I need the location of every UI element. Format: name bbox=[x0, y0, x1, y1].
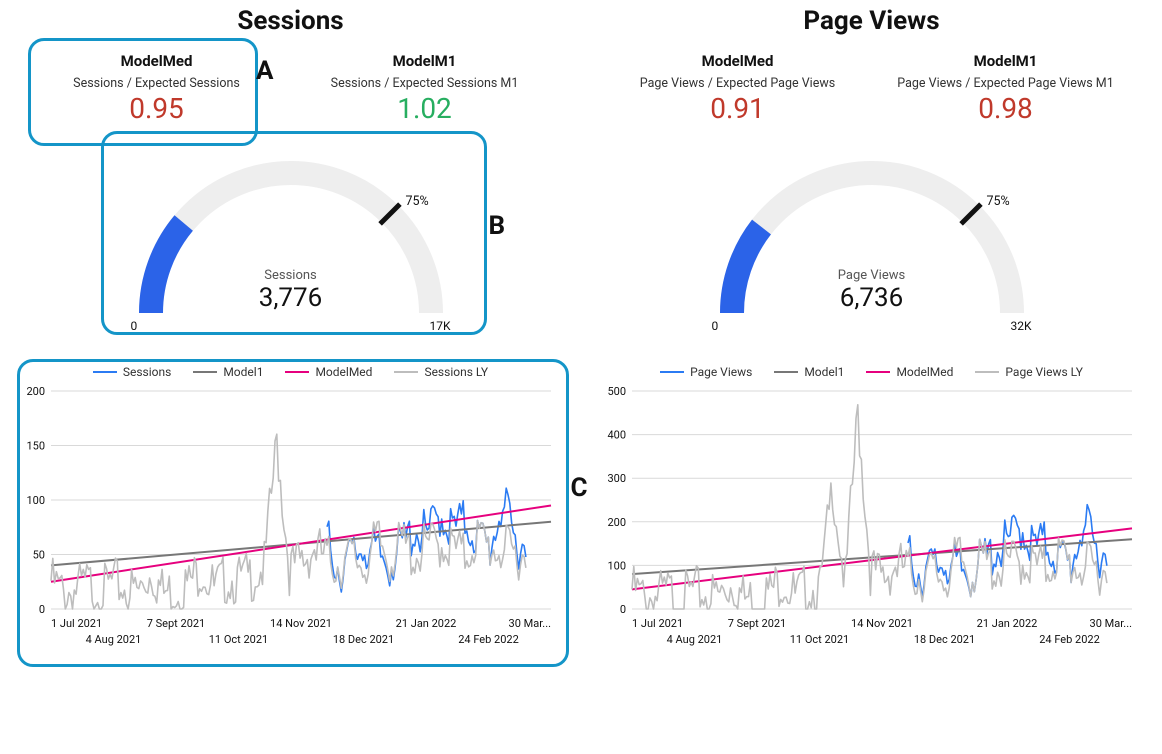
kpi-value: 1.02 bbox=[315, 95, 535, 123]
sessions-gauge: Sessions 3,776 0 17K 75% bbox=[91, 143, 491, 343]
svg-text:21 Jan 2022: 21 Jan 2022 bbox=[976, 617, 1037, 630]
gauge-min: 0 bbox=[712, 319, 719, 333]
svg-text:24 Feb 2022: 24 Feb 2022 bbox=[458, 633, 519, 646]
pageviews-title: Page Views bbox=[803, 6, 939, 36]
legend-label: Model1 bbox=[223, 365, 263, 379]
gauge-max: 17K bbox=[429, 319, 450, 333]
svg-text:18 Dec 2021: 18 Dec 2021 bbox=[913, 633, 974, 646]
svg-text:14 Nov 2021: 14 Nov 2021 bbox=[270, 617, 332, 630]
svg-text:18 Dec 2021: 18 Dec 2021 bbox=[332, 633, 393, 646]
svg-text:200: 200 bbox=[607, 516, 626, 529]
svg-text:1 Jul 2021: 1 Jul 2021 bbox=[632, 617, 683, 630]
kpi-sub: Sessions / Expected Sessions M1 bbox=[315, 76, 535, 91]
kpi-value: 0.98 bbox=[896, 95, 1116, 123]
kpi-name: ModelM1 bbox=[896, 52, 1116, 70]
svg-text:100: 100 bbox=[26, 494, 45, 507]
pageviews-kpi-modelm1: ModelM1 Page Views / Expected Page Views… bbox=[892, 42, 1120, 133]
svg-text:4 Aug 2021: 4 Aug 2021 bbox=[85, 633, 141, 646]
legend-item: ModelMed bbox=[866, 365, 953, 379]
kpi-value: 0.91 bbox=[628, 95, 848, 123]
svg-text:100: 100 bbox=[607, 559, 626, 572]
kpi-name: ModelMed bbox=[628, 52, 848, 70]
svg-text:150: 150 bbox=[26, 440, 45, 453]
kpi-sub: Sessions / Expected Sessions bbox=[47, 76, 267, 91]
pageviews-chart[interactable]: 0 100 200 300 400 500 1 Jul 2021 7 Sept 2021 14 … bbox=[602, 385, 1142, 655]
legend-label: Sessions LY bbox=[424, 365, 488, 379]
svg-text:200: 200 bbox=[26, 385, 45, 398]
annotation-a: A bbox=[256, 56, 273, 86]
legend-label: ModelMed bbox=[896, 365, 953, 379]
sessions-legend: Sessions Model1 ModelMed Sessions LY bbox=[21, 365, 561, 379]
sessions-gauge-wrap: Sessions 3,776 0 17K 75% B bbox=[91, 133, 491, 343]
pageviews-legend: Page Views Model1 ModelMed Page Views LY bbox=[602, 365, 1142, 379]
kpi-sub: Page Views / Expected Page Views M1 bbox=[896, 76, 1116, 91]
pageviews-column: Page Views ModelMed Page Views / Expecte… bbox=[591, 0, 1152, 655]
annotation-c: C bbox=[571, 473, 588, 503]
pageviews-kpi-modelmed: ModelMed Page Views / Expected Page View… bbox=[624, 42, 852, 133]
legend-label: Page Views bbox=[690, 365, 752, 379]
svg-text:4 Aug 2021: 4 Aug 2021 bbox=[666, 633, 722, 646]
sessions-timeseries-wrap: Sessions Model1 ModelMed Sessions LY 0 50… bbox=[21, 365, 561, 655]
legend-item: Sessions LY bbox=[394, 365, 488, 379]
legend-item: Sessions bbox=[93, 365, 171, 379]
svg-text:400: 400 bbox=[607, 429, 626, 442]
gauge-value: 6,736 bbox=[672, 283, 1072, 313]
sessions-kpi-row: ModelMed Sessions / Expected Sessions 0.… bbox=[10, 42, 571, 133]
svg-text:300: 300 bbox=[607, 472, 626, 485]
legend-label: Model1 bbox=[804, 365, 844, 379]
kpi-sub: Page Views / Expected Page Views bbox=[628, 76, 848, 91]
kpi-name: ModelM1 bbox=[315, 52, 535, 70]
annotation-b: B bbox=[489, 211, 506, 241]
svg-text:14 Nov 2021: 14 Nov 2021 bbox=[851, 617, 913, 630]
svg-text:24 Feb 2022: 24 Feb 2022 bbox=[1039, 633, 1100, 646]
sessions-column: Sessions ModelMed Sessions / Expected Se… bbox=[10, 0, 571, 655]
svg-text:30 Mar...: 30 Mar... bbox=[1089, 617, 1132, 630]
svg-text:7 Sept 2021: 7 Sept 2021 bbox=[727, 617, 786, 630]
kpi-name: ModelMed bbox=[47, 52, 267, 70]
pageviews-gauge: Page Views 6,736 0 32K 75% bbox=[672, 143, 1072, 343]
svg-text:500: 500 bbox=[607, 385, 626, 398]
legend-item: Page Views bbox=[660, 365, 752, 379]
gauge-tick-label: 75% bbox=[406, 194, 429, 209]
svg-text:21 Jan 2022: 21 Jan 2022 bbox=[395, 617, 456, 630]
svg-text:0: 0 bbox=[619, 603, 625, 616]
gauge-max: 32K bbox=[1010, 319, 1031, 333]
legend-label: ModelMed bbox=[315, 365, 372, 379]
gauge-tick-label: 75% bbox=[987, 194, 1010, 209]
gauge-label: Page Views bbox=[672, 268, 1072, 283]
svg-text:11 Oct 2021: 11 Oct 2021 bbox=[208, 633, 267, 646]
pageviews-kpi-row: ModelMed Page Views / Expected Page View… bbox=[591, 42, 1152, 133]
kpi-value: 0.95 bbox=[47, 95, 267, 123]
gauge-value: 3,776 bbox=[91, 283, 491, 313]
legend-label: Sessions bbox=[123, 365, 171, 379]
svg-text:0: 0 bbox=[38, 603, 44, 616]
svg-text:30 Mar...: 30 Mar... bbox=[508, 617, 551, 630]
sessions-kpi-modelm1: ModelM1 Sessions / Expected Sessions M1 … bbox=[311, 42, 539, 133]
legend-item: Model1 bbox=[774, 365, 844, 379]
legend-item: ModelMed bbox=[285, 365, 372, 379]
legend-label: Page Views LY bbox=[1005, 365, 1083, 379]
sessions-chart[interactable]: 0 50 100 150 200 1 Jul 2021 7 Sept 2021 14 Nov … bbox=[21, 385, 561, 655]
svg-text:7 Sept 2021: 7 Sept 2021 bbox=[146, 617, 205, 630]
legend-item: Page Views LY bbox=[975, 365, 1083, 379]
pageviews-timeseries-wrap: Page Views Model1 ModelMed Page Views LY… bbox=[602, 365, 1142, 655]
svg-text:50: 50 bbox=[32, 549, 44, 562]
svg-text:1 Jul 2021: 1 Jul 2021 bbox=[51, 617, 102, 630]
sessions-kpi-modelmed: ModelMed Sessions / Expected Sessions 0.… bbox=[43, 42, 271, 133]
gauge-label: Sessions bbox=[91, 268, 491, 283]
sessions-title: Sessions bbox=[237, 6, 343, 36]
legend-item: Model1 bbox=[193, 365, 263, 379]
gauge-min: 0 bbox=[131, 319, 138, 333]
svg-text:11 Oct 2021: 11 Oct 2021 bbox=[789, 633, 848, 646]
